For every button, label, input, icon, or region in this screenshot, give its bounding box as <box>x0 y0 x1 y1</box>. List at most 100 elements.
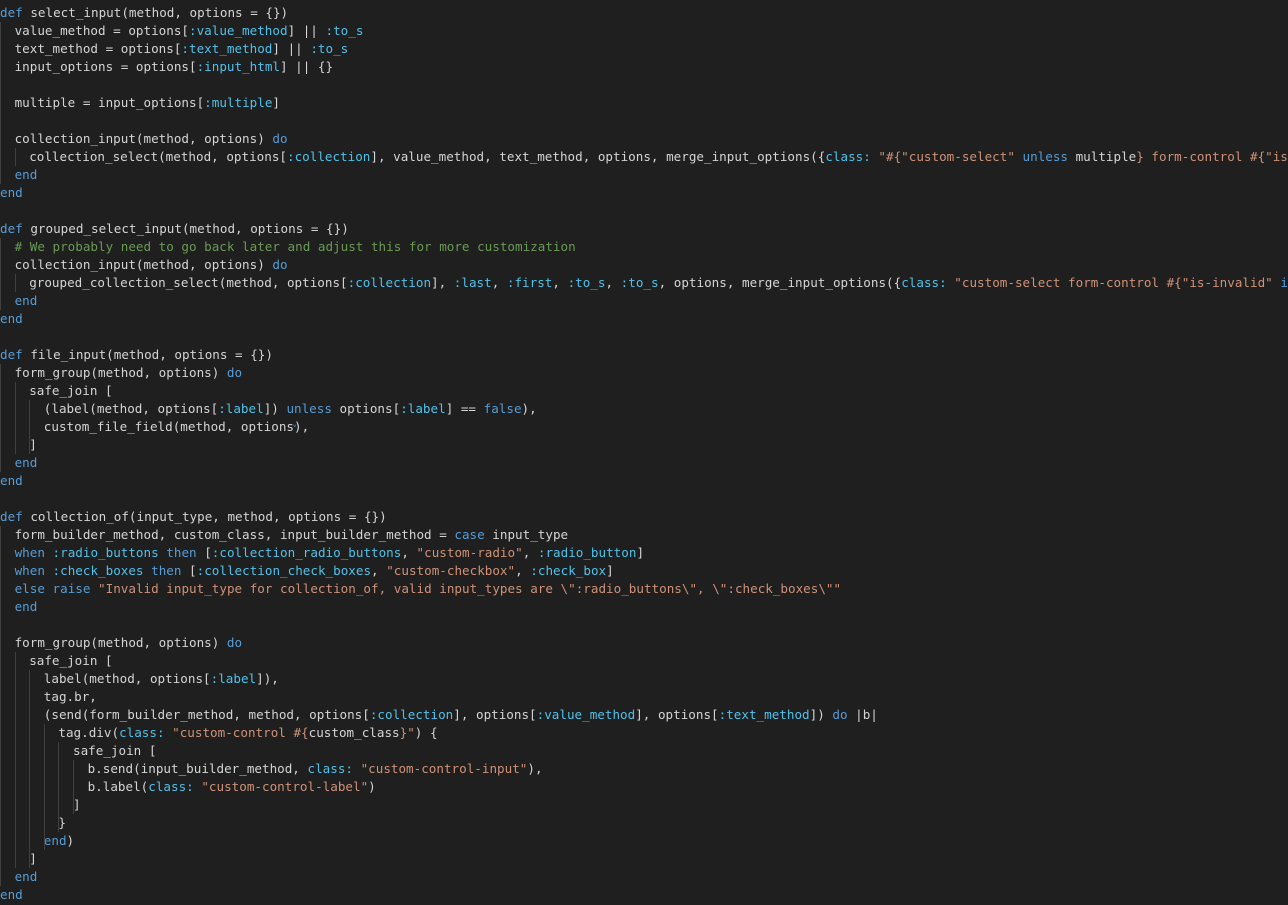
code-line[interactable]: def collection_of(input_type, method, op… <box>0 508 1288 526</box>
code-line[interactable]: form_group(method, options) do <box>0 634 1288 652</box>
code-line-text: when :check_boxes then [:collection_chec… <box>0 563 614 578</box>
code-token-sym: class: <box>901 275 947 290</box>
code-token-kw: def <box>0 509 23 524</box>
code-line[interactable]: safe_join [ <box>0 742 1288 760</box>
code-editor-viewport[interactable]: def select_input(method, options = {}) va… <box>0 0 1288 905</box>
code-token-plain: , <box>522 545 538 560</box>
code-line[interactable]: ] <box>0 436 1288 454</box>
code-line[interactable]: when :radio_buttons then [:collection_ra… <box>0 544 1288 562</box>
code-line[interactable]: b.label(class: "custom-control-label") <box>0 778 1288 796</box>
code-line[interactable]: end <box>0 598 1288 616</box>
code-line-text: end <box>0 293 38 308</box>
code-line[interactable]: def select_input(method, options = {}) <box>0 4 1288 22</box>
code-token-sym: :check_box <box>530 563 607 578</box>
code-token-plain: , <box>491 275 507 290</box>
code-token-plain: form_group(method, options) <box>14 635 227 650</box>
code-line[interactable]: text_method = options[:text_method] || :… <box>0 40 1288 58</box>
code-line[interactable]: def file_input(method, options = {}) <box>0 346 1288 364</box>
code-token-str: "custom-select form-control #{ <box>946 275 1182 290</box>
code-line[interactable]: end <box>0 454 1288 472</box>
code-line[interactable]: # We probably need to go back later and … <box>0 238 1288 256</box>
code-line-text: end <box>0 455 38 470</box>
code-line[interactable]: (send(form_builder_method, method, optio… <box>0 706 1288 724</box>
code-token-plain: (label(method, options[ <box>43 401 219 416</box>
code-line[interactable]: ] <box>0 850 1288 868</box>
code-token-sym: :collection <box>286 149 371 164</box>
code-line[interactable]: when :check_boxes then [:collection_chec… <box>0 562 1288 580</box>
code-line[interactable]: end <box>0 472 1288 490</box>
code-token-plain: b.send(input_builder_method, <box>87 761 308 776</box>
code-token-str: "Invalid input_type for collection_of, v… <box>98 581 842 596</box>
code-line[interactable]: label(method, options[:label]), <box>0 670 1288 688</box>
code-token-sym: :last <box>453 275 492 290</box>
code-line-text: form_builder_method, custom_class, input… <box>0 527 569 542</box>
code-line-text: text_method = options[:text_method] || :… <box>0 41 349 56</box>
code-line[interactable]: collection_select(method, options[:colle… <box>0 148 1288 166</box>
code-token-plain: value_method = options[ <box>14 23 189 38</box>
code-line[interactable]: tag.br, <box>0 688 1288 706</box>
code-line-text: label(method, options[:label]), <box>0 671 279 686</box>
code-token-plain: ), <box>521 401 537 416</box>
code-line[interactable]: grouped_collection_select(method, option… <box>0 274 1288 292</box>
code-line[interactable]: end <box>0 292 1288 310</box>
code-line[interactable]: b.send(input_builder_method, class: "cus… <box>0 760 1288 778</box>
code-token-plain: ]) <box>263 401 287 416</box>
code-token-kw: def <box>0 221 23 236</box>
code-line[interactable]: form_builder_method, custom_class, input… <box>0 526 1288 544</box>
code-line-text: (send(form_builder_method, method, optio… <box>0 707 878 722</box>
code-line[interactable] <box>0 202 1288 220</box>
code-token-plain: file_input(method, options = {}) <box>22 347 273 362</box>
code-token-plain: grouped_select_input(method, options = {… <box>22 221 349 236</box>
code-token-sym: class: <box>307 761 353 776</box>
code-token-plain: ], <box>431 275 454 290</box>
code-line[interactable]: safe_join [ <box>0 382 1288 400</box>
code-line-text: safe_join [ <box>0 653 112 668</box>
code-line[interactable] <box>0 328 1288 346</box>
code-line[interactable]: } <box>0 814 1288 832</box>
code-line[interactable]: def grouped_select_input(method, options… <box>0 220 1288 238</box>
code-token-str: "#{ <box>870 149 902 164</box>
code-line-text: # We probably need to go back later and … <box>0 239 576 254</box>
code-token-plain: safe_join [ <box>29 383 113 398</box>
code-line-text: else raise "Invalid input_type for colle… <box>0 581 842 596</box>
code-token-str: "custom-control-input" <box>352 761 528 776</box>
code-line[interactable]: collection_input(method, options) do <box>0 256 1288 274</box>
code-token-plain: ]), <box>256 671 279 686</box>
code-line[interactable]: (label(method, options[:label]) unless o… <box>0 400 1288 418</box>
code-token-kw: raise <box>52 581 91 596</box>
code-token-sym: :collection_radio_buttons <box>211 545 402 560</box>
code-line[interactable] <box>0 490 1288 508</box>
code-token-plain: ], options[ <box>635 707 719 722</box>
code-line[interactable]: ] <box>0 796 1288 814</box>
code-line[interactable]: collection_input(method, options) do <box>0 130 1288 148</box>
code-token-plain: b.label( <box>87 779 149 794</box>
code-line-text: def file_input(method, options = {}) <box>0 347 273 362</box>
code-token-plain: ] <box>606 563 614 578</box>
code-line[interactable]: else raise "Invalid input_type for colle… <box>0 580 1288 598</box>
code-token-kw: then <box>166 545 197 560</box>
code-line[interactable]: end <box>0 166 1288 184</box>
code-line[interactable]: end <box>0 886 1288 904</box>
code-line[interactable]: end <box>0 184 1288 202</box>
code-text-area[interactable]: def select_input(method, options = {}) va… <box>0 4 1288 905</box>
code-line[interactable]: value_method = options[:value_method] ||… <box>0 22 1288 40</box>
code-token-plain: , <box>605 275 621 290</box>
code-line[interactable]: safe_join [ <box>0 652 1288 670</box>
code-line[interactable]: tag.div(class: "custom-control #{custom_… <box>0 724 1288 742</box>
code-token-kw: do <box>226 635 243 650</box>
code-line-text: collection_select(method, options[:colle… <box>0 149 1288 164</box>
code-line[interactable]: input_options = options[:input_html] || … <box>0 58 1288 76</box>
code-line[interactable] <box>0 616 1288 634</box>
code-line[interactable]: form_group(method, options) do <box>0 364 1288 382</box>
code-line-text: def grouped_select_input(method, options… <box>0 221 349 236</box>
code-line[interactable]: end <box>0 868 1288 886</box>
code-line[interactable]: end) <box>0 832 1288 850</box>
code-line[interactable]: custom_file_field(method, options), <box>0 418 1288 436</box>
code-line[interactable]: end <box>0 310 1288 328</box>
code-line[interactable] <box>0 112 1288 130</box>
code-token-plain: [ <box>196 545 212 560</box>
code-line[interactable] <box>0 76 1288 94</box>
code-line[interactable]: multiple = input_options[:multiple] <box>0 94 1288 112</box>
